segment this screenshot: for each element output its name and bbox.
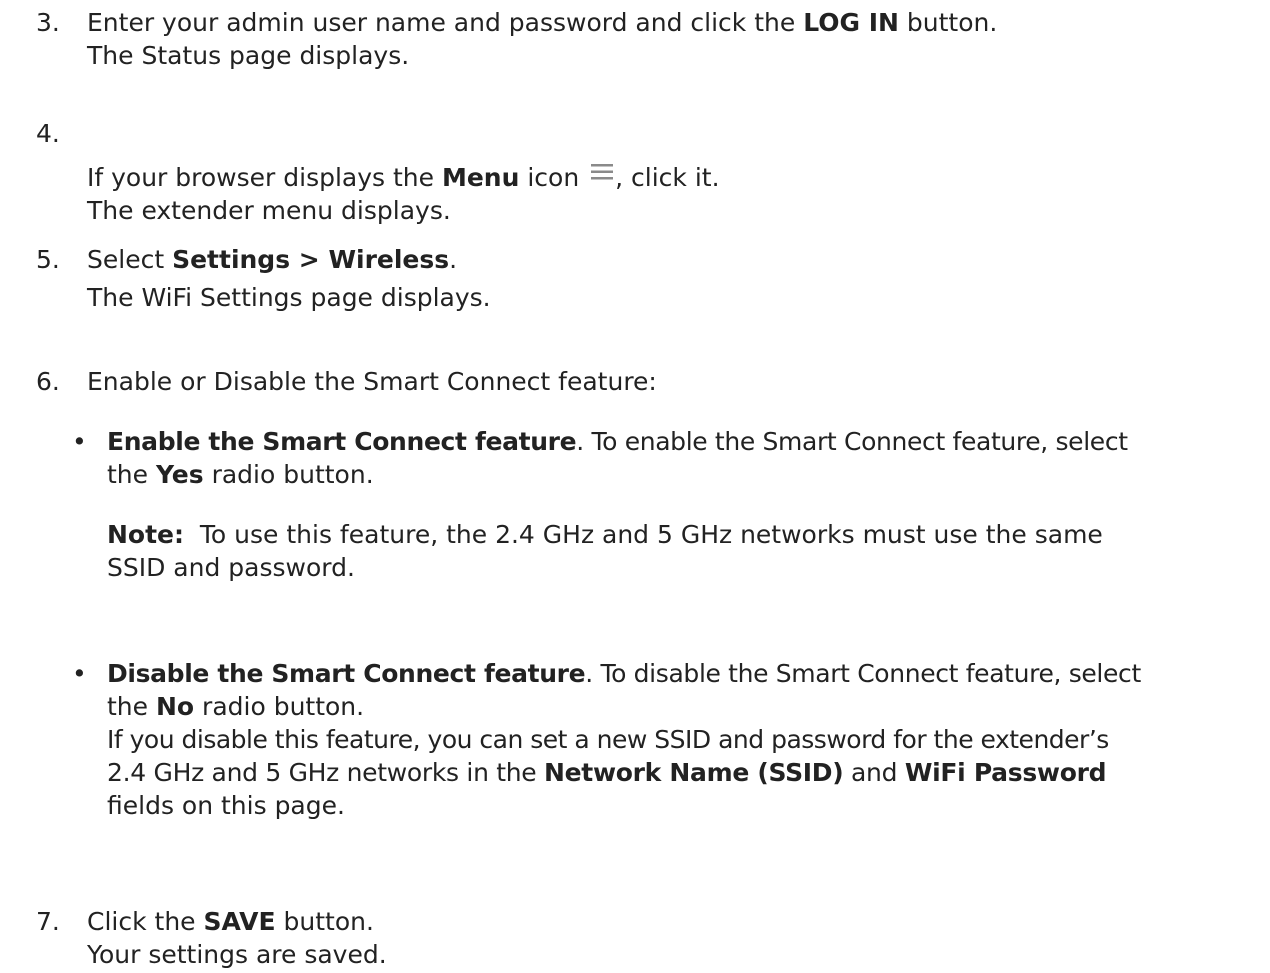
step-result: The Status page displays. [87, 41, 410, 70]
step-instruction: Select Settings > Wireless. [87, 245, 458, 274]
step-result: Your settings are saved. [87, 940, 387, 969]
note-label: Note: [107, 520, 185, 549]
step-number: 7. [36, 907, 60, 936]
step-instruction: Enable or Disable the Smart Connect feat… [87, 367, 657, 396]
hamburger-menu-icon [591, 164, 614, 180]
no-label: No [155, 692, 195, 721]
step-result: The extender menu displays. [87, 196, 451, 225]
bullet-text: Disable the Smart Connect feature. To di… [107, 659, 1141, 688]
save-label: SAVE [203, 907, 276, 936]
enable-smart-connect-label: Enable the Smart Connect feature [107, 427, 577, 456]
disable-smart-connect-label: Disable the Smart Connect feature [107, 659, 586, 688]
step-result: The WiFi Settings page displays. [87, 283, 491, 312]
bullet-dot: • [72, 427, 87, 456]
menu-label: Menu [441, 163, 520, 192]
settings-wireless-label: Settings > Wireless [172, 245, 450, 274]
step-number: 6. [36, 367, 60, 396]
step-6: 6. Enable or Disable the Smart Connect f… [36, 365, 1262, 398]
bullet-disable-smart-connect: • Disable the Smart Connect feature. To … [72, 657, 1262, 822]
yes-label: Yes [155, 460, 204, 489]
log-in-label: LOG IN [803, 8, 899, 37]
step-number: 3. [36, 8, 60, 37]
network-name-ssid-label: Network Name (SSID) [544, 758, 844, 787]
note: Note: To use this feature, the 2.4 GHz a… [107, 520, 1103, 549]
bullet-text: Enable the Smart Connect feature. To ena… [107, 427, 1128, 456]
step-3: 3. Enter your admin user name and passwo… [36, 6, 1262, 72]
step-4: 4. If your browser displays the Menu ico… [36, 119, 1262, 227]
bullet-enable-smart-connect: • Enable the Smart Connect feature. To e… [72, 425, 1262, 584]
wifi-password-label: WiFi Password [904, 758, 1107, 787]
step-instruction: Click the SAVE button. [87, 907, 374, 936]
step-instruction: Enter your admin user name and password … [87, 8, 998, 37]
step-7: 7. Click the SAVE button. Your settings … [36, 905, 1262, 971]
bullet-dot: • [72, 659, 87, 688]
step-number: 5. [36, 245, 60, 274]
step-5: 5. Select Settings > Wireless. The WiFi … [36, 243, 1262, 314]
step-instruction: If your browser displays the Menu icon ,… [87, 163, 720, 192]
step-number: 4. [36, 119, 60, 148]
